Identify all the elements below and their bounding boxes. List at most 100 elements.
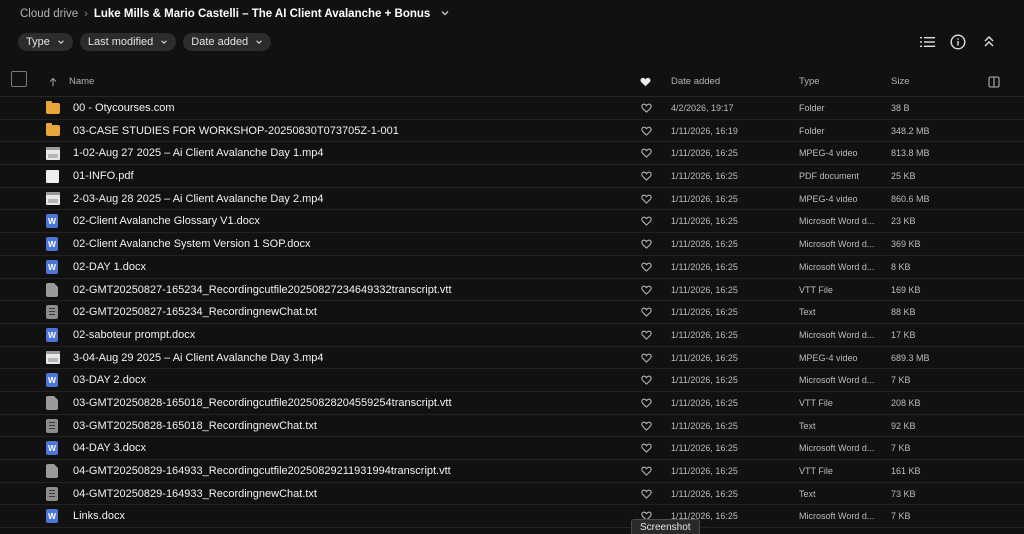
file-name[interactable]: 02-saboteur prompt.docx (73, 324, 195, 346)
table-row[interactable]: W 02-Client Avalanche Glossary V1.docx 1/1… (0, 210, 1024, 234)
word-document-icon: W (46, 237, 58, 252)
heart-icon[interactable] (641, 392, 652, 414)
table-row[interactable]: 03-GMT20250828-165018_RecordingnewChat.t… (0, 415, 1024, 438)
file-size: 17 KB (891, 329, 916, 340)
column-header-size[interactable]: Size (891, 66, 909, 97)
column-header-type[interactable]: Type (799, 66, 820, 97)
file-icon-cell: W (46, 369, 61, 391)
heart-icon[interactable] (641, 301, 652, 323)
date-added: 1/11/2026, 16:25 (671, 397, 738, 408)
heart-icon[interactable] (641, 324, 652, 346)
date-added: 1/11/2026, 16:25 (671, 284, 738, 295)
file-name[interactable]: 03-DAY 2.docx (73, 369, 146, 391)
text-file-icon (46, 418, 58, 433)
table-row[interactable]: 03-GMT20250828-165018_Recordingcutfile20… (0, 392, 1024, 415)
filter-date-added[interactable]: Date added (183, 33, 272, 51)
file-name[interactable]: 02-GMT20250827-165234_Recordingcutfile20… (73, 279, 452, 301)
date-added: 1/11/2026, 16:25 (671, 352, 738, 363)
file-name[interactable]: 04-GMT20250829-164933_Recordingcutfile20… (73, 460, 451, 482)
file-name[interactable]: 04-DAY 3.docx (73, 437, 146, 459)
heart-icon[interactable] (641, 256, 652, 278)
column-header-date-added[interactable]: Date added (671, 66, 720, 97)
table-row[interactable]: 00 - Otycourses.com 4/2/2026, 19:17 Folder… (0, 97, 1024, 120)
file-name[interactable]: 01-INFO.pdf (73, 165, 134, 187)
file-name[interactable]: 03-GMT20250828-165018_Recordingcutfile20… (73, 392, 452, 414)
column-header-name[interactable]: Name (69, 66, 94, 97)
heart-icon[interactable] (641, 97, 652, 119)
file-list-header: Name Date added Type Size (0, 66, 1024, 97)
word-document-icon: W (46, 441, 58, 456)
heart-icon[interactable] (641, 233, 652, 255)
file-name[interactable]: Links.docx (73, 505, 125, 527)
heart-icon[interactable] (641, 165, 652, 187)
file-name[interactable]: 00 - Otycourses.com (73, 97, 174, 119)
table-row[interactable]: W 03-DAY 2.docx 1/11/2026, 16:25 Microsoft … (0, 369, 1024, 392)
video-file-icon (46, 192, 60, 206)
word-document-icon: W (46, 259, 58, 274)
table-row[interactable]: 2-03-Aug 28 2025 – Ai Client Avalanche D… (0, 188, 1024, 211)
collapse-icon[interactable] (981, 33, 997, 51)
table-row[interactable]: 03-CASE STUDIES FOR WORKSHOP-20250830T07… (0, 120, 1024, 143)
file-name[interactable]: 04-GMT20250829-164933_RecordingnewChat.t… (73, 483, 317, 505)
breadcrumb-root[interactable]: Cloud drive (20, 8, 78, 20)
filter-type[interactable]: Type (18, 33, 73, 51)
table-row[interactable]: 02-GMT20250827-165234_Recordingcutfile20… (0, 279, 1024, 302)
breadcrumb-current-folder[interactable]: Luke Mills & Mario Castelli – The AI Cli… (94, 8, 430, 20)
chevron-down-icon (256, 40, 262, 44)
file-name[interactable]: 02-Client Avalanche System Version 1 SOP… (73, 233, 310, 255)
sort-arrow-up-icon[interactable] (49, 66, 57, 97)
file-name[interactable]: 1-02-Aug 27 2025 – Ai Client Avalanche D… (73, 142, 324, 164)
heart-icon[interactable] (641, 369, 652, 391)
heart-icon[interactable] (641, 120, 652, 142)
table-row[interactable]: 1-02-Aug 27 2025 – Ai Client Avalanche D… (0, 142, 1024, 166)
file-type: Microsoft Word d... (799, 375, 875, 386)
table-row[interactable]: W 02-Client Avalanche System Version 1 SO… (0, 233, 1024, 256)
file-name[interactable]: 02-DAY 1.docx (73, 256, 146, 278)
file-type: Text (799, 488, 816, 499)
table-row[interactable]: 02-GMT20250827-165234_RecordingnewChat.t… (0, 301, 1024, 324)
favourite-heart-icon[interactable] (640, 66, 651, 97)
chevron-down-icon[interactable] (440, 8, 450, 21)
heart-icon[interactable] (641, 279, 652, 301)
file-size: 169 KB (891, 284, 921, 295)
file-name[interactable]: 03-GMT20250828-165018_RecordingnewChat.t… (73, 415, 317, 437)
heart-icon[interactable] (641, 188, 652, 210)
select-all-checkbox[interactable] (11, 71, 27, 87)
file-size: 813.8 MB (891, 148, 930, 159)
table-row[interactable]: W 04-DAY 3.docx 1/11/2026, 16:25 Microsoft … (0, 437, 1024, 460)
file-icon-cell (46, 460, 61, 482)
table-row[interactable]: 04-GMT20250829-164933_Recordingcutfile20… (0, 460, 1024, 483)
file-name[interactable]: 3-04-Aug 29 2025 – Ai Client Avalanche D… (73, 347, 324, 369)
file-name[interactable]: 02-GMT20250827-165234_RecordingnewChat.t… (73, 301, 317, 323)
heart-icon[interactable] (641, 347, 652, 369)
table-row[interactable]: 04-GMT20250829-164933_RecordingnewChat.t… (0, 483, 1024, 506)
file-icon-cell (46, 392, 61, 414)
file-size: 88 KB (891, 307, 916, 318)
file-name[interactable]: 02-Client Avalanche Glossary V1.docx (73, 210, 260, 232)
date-added: 1/11/2026, 16:25 (671, 261, 738, 272)
file-type: Microsoft Word d... (799, 329, 875, 340)
heart-icon[interactable] (641, 437, 652, 459)
table-row[interactable]: W Links.docx 1/11/2026, 16:25 Microsoft Wor… (0, 505, 1024, 529)
heart-icon[interactable] (641, 415, 652, 437)
date-added: 1/11/2026, 16:25 (671, 216, 738, 227)
file-icon-cell: W (46, 505, 61, 527)
heart-icon[interactable] (641, 210, 652, 232)
info-icon[interactable] (950, 33, 966, 51)
filter-label: Type (26, 36, 50, 48)
filter-last-modified[interactable]: Last modified (79, 33, 177, 51)
heart-icon[interactable] (641, 460, 652, 482)
date-added: 1/11/2026, 16:25 (671, 307, 738, 318)
table-row[interactable]: W 02-DAY 1.docx 1/11/2026, 16:25 Microsoft … (0, 256, 1024, 279)
file-name[interactable]: 03-CASE STUDIES FOR WORKSHOP-20250830T07… (73, 120, 399, 142)
table-row[interactable]: 3-04-Aug 29 2025 – Ai Client Avalanche D… (0, 347, 1024, 370)
column-settings-icon[interactable] (988, 66, 1000, 97)
table-row[interactable]: W 02-saboteur prompt.docx 1/11/2026, 16:25… (0, 324, 1024, 347)
folder-icon (46, 123, 60, 137)
table-row[interactable]: 01-INFO.pdf 1/11/2026, 16:25 PDF document 2… (0, 165, 1024, 188)
file-name[interactable]: 2-03-Aug 28 2025 – Ai Client Avalanche D… (73, 188, 324, 210)
file-icon-cell: W (46, 256, 61, 278)
heart-icon[interactable] (641, 483, 652, 505)
list-view-icon[interactable] (919, 33, 935, 51)
heart-icon[interactable] (641, 142, 652, 164)
